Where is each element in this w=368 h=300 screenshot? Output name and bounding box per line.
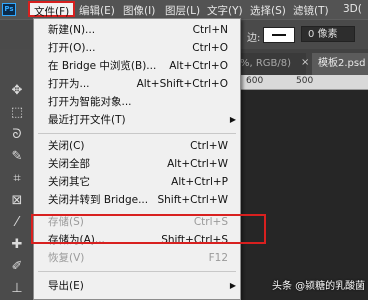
menu-bar: Ps 文件(F) 编辑(E) 图像(I) 图层(L) 文字(Y) 选择(S) 滤… bbox=[0, 0, 368, 19]
menu-item-shortcut: Alt+Shift+Ctrl+O bbox=[136, 78, 228, 90]
menu-item-shortcut: Alt+Ctrl+P bbox=[171, 176, 228, 188]
menu-item-shortcut: F12 bbox=[208, 252, 228, 264]
menu-item-label: 新建(N)... bbox=[48, 24, 96, 36]
ruler-tick: 600 bbox=[246, 76, 264, 86]
menu-item-open-smart-object[interactable]: 打开为智能对象... bbox=[34, 93, 240, 111]
menu-item-close-all[interactable]: 关闭全部 Alt+Ctrl+W bbox=[34, 155, 240, 173]
stamp-tool-icon[interactable]: ⊥ bbox=[9, 281, 25, 297]
menu-item-label: 在 Bridge 中浏览(B)... bbox=[48, 60, 157, 72]
menu-separator bbox=[38, 133, 236, 134]
menu-item-open-as[interactable]: 打开为... Alt+Shift+Ctrl+O bbox=[34, 75, 240, 93]
menu-item-shortcut: Shift+Ctrl+W bbox=[157, 194, 228, 206]
menu-item-label: 关闭全部 bbox=[48, 158, 90, 170]
stroke-label: 边: bbox=[247, 33, 261, 44]
menu-item-close[interactable]: 关闭(C) Ctrl+W bbox=[34, 137, 240, 155]
stroke-width-field[interactable]: 0 像素 bbox=[301, 26, 355, 42]
menu-edit[interactable]: 编辑(E) bbox=[79, 3, 115, 18]
menu-item-label: 打开为... bbox=[48, 78, 90, 90]
eyedropper-tool-icon[interactable]: ⁄ bbox=[9, 215, 25, 231]
menu-layer[interactable]: 图层(L) bbox=[165, 3, 200, 18]
menu-item-shortcut: Ctrl+N bbox=[192, 24, 228, 36]
menu-item-export[interactable]: 导出(E) ▶ bbox=[34, 277, 240, 295]
menu-separator bbox=[38, 271, 236, 272]
menu-item-label: 存储为(A)... bbox=[48, 234, 105, 246]
photoshop-logo-icon: Ps bbox=[2, 3, 16, 16]
menu-image[interactable]: 图像(I) bbox=[123, 3, 155, 18]
menu-item-browse-bridge[interactable]: 在 Bridge 中浏览(B)... Alt+Ctrl+O bbox=[34, 57, 240, 75]
menu-file[interactable]: 文件(F) bbox=[28, 1, 76, 18]
menu-3d[interactable]: 3D( bbox=[343, 3, 362, 15]
menu-item-save-as[interactable]: 存储为(A)... Shift+Ctrl+S bbox=[34, 231, 240, 249]
horizontal-ruler: 600 500 bbox=[236, 75, 368, 90]
tab-document-2[interactable]: 模板2.psd bbox=[312, 53, 368, 75]
menu-item-close-go-bridge[interactable]: 关闭并转到 Bridge... Shift+Ctrl+W bbox=[34, 191, 240, 209]
menu-item-label: 关闭(C) bbox=[48, 140, 85, 152]
ruler-tick: 500 bbox=[296, 76, 314, 86]
menu-item-shortcut: Shift+Ctrl+S bbox=[161, 234, 228, 246]
menu-item-label: 恢复(V) bbox=[48, 252, 85, 264]
watermark-text: 头条 @颍糖的乳酸菌 bbox=[272, 281, 366, 292]
menu-item-label: 关闭其它 bbox=[48, 176, 90, 188]
menu-item-label: 导出(E) bbox=[48, 280, 84, 292]
tools-panel: ✥ ⬚ ᘐ ✎ ⌗ ⊠ ⁄ ✚ ✐ ⊥ bbox=[0, 49, 33, 300]
menu-filter[interactable]: 滤镜(T) bbox=[293, 3, 329, 18]
menu-item-label: 关闭并转到 Bridge... bbox=[48, 194, 149, 206]
quick-select-tool-icon[interactable]: ✎ bbox=[9, 149, 25, 165]
menu-item-shortcut: Ctrl+W bbox=[190, 140, 228, 152]
brush-tool-icon[interactable]: ✐ bbox=[9, 259, 25, 275]
frame-tool-icon[interactable]: ⊠ bbox=[9, 193, 25, 209]
menu-item-label: 打开为智能对象... bbox=[48, 96, 132, 108]
menu-item-label: 存储(S) bbox=[48, 216, 84, 228]
file-menu-dropdown: 新建(N)... Ctrl+N 打开(O)... Ctrl+O 在 Bridge… bbox=[33, 18, 241, 300]
lasso-tool-icon[interactable]: ᘐ bbox=[9, 127, 25, 143]
menu-item-shortcut: Alt+Ctrl+W bbox=[167, 158, 228, 170]
menu-select[interactable]: 选择(S) bbox=[250, 3, 286, 18]
marquee-tool-icon[interactable]: ⬚ bbox=[9, 105, 25, 121]
close-icon[interactable]: × bbox=[301, 57, 309, 68]
menu-item-recent-files[interactable]: 最近打开文件(T) ▶ bbox=[34, 111, 240, 129]
submenu-arrow-icon: ▶ bbox=[229, 281, 236, 290]
stroke-swatch[interactable] bbox=[263, 27, 295, 43]
menu-item-shortcut: Alt+Ctrl+O bbox=[169, 60, 228, 72]
crop-tool-icon[interactable]: ⌗ bbox=[9, 171, 25, 187]
submenu-arrow-icon: ▶ bbox=[229, 115, 236, 124]
menu-item-shortcut: Ctrl+S bbox=[193, 216, 228, 228]
move-tool-icon[interactable]: ✥ bbox=[9, 83, 25, 99]
menu-item-shortcut: Ctrl+O bbox=[192, 42, 228, 54]
menu-item-revert: 恢复(V) F12 bbox=[34, 249, 240, 267]
menu-type[interactable]: 文字(Y) bbox=[207, 3, 243, 18]
menu-item-label: 打开(O)... bbox=[48, 42, 96, 54]
menu-item-label: 最近打开文件(T) bbox=[48, 114, 126, 126]
menu-item-new[interactable]: 新建(N)... Ctrl+N bbox=[34, 21, 240, 39]
healing-brush-tool-icon[interactable]: ✚ bbox=[9, 237, 25, 253]
menu-item-close-others[interactable]: 关闭其它 Alt+Ctrl+P bbox=[34, 173, 240, 191]
stroke-line-icon bbox=[272, 34, 286, 36]
menu-item-open[interactable]: 打开(O)... Ctrl+O bbox=[34, 39, 240, 57]
tab-document-1[interactable]: %, RGB/8) bbox=[236, 53, 306, 75]
canvas-area[interactable] bbox=[236, 90, 368, 300]
menu-item-save: 存储(S) Ctrl+S bbox=[34, 213, 240, 231]
